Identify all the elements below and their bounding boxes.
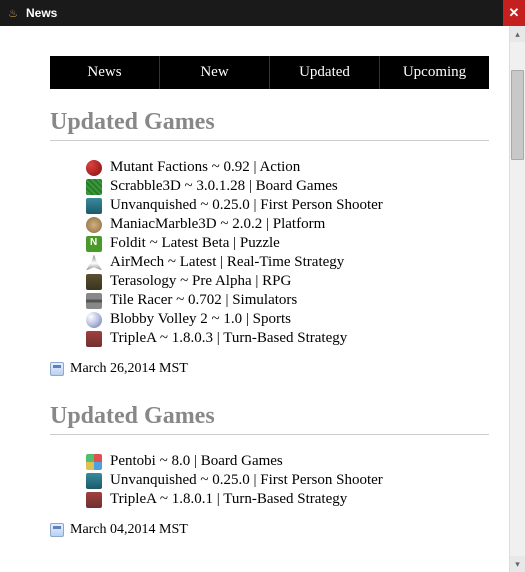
game-text: Pentobi ~ 8.0 | Board Games (110, 453, 283, 470)
game-text: Tile Racer ~ 0.702 | Simulators (110, 292, 297, 309)
game-icon (86, 160, 102, 176)
app-icon: ♨ (6, 6, 20, 20)
section-title: Updated Games (50, 109, 489, 141)
game-text: Blobby Volley 2 ~ 1.0 | Sports (110, 311, 291, 328)
game-row[interactable]: Tile Racer ~ 0.702 | Simulators (86, 292, 489, 309)
game-icon (86, 331, 102, 347)
game-row[interactable]: Mutant Factions ~ 0.92 | Action (86, 159, 489, 176)
tab-upcoming[interactable]: Upcoming (380, 56, 489, 89)
game-row[interactable]: AirMech ~ Latest | Real-Time Strategy (86, 254, 489, 271)
game-list: Mutant Factions ~ 0.92 | Action Scrabble3… (86, 159, 489, 347)
game-text: Unvanquished ~ 0.25.0 | First Person Sho… (110, 472, 383, 489)
game-row[interactable]: Pentobi ~ 8.0 | Board Games (86, 453, 489, 470)
game-text: Terasology ~ Pre Alpha | RPG (110, 273, 291, 290)
game-row[interactable]: Scrabble3D ~ 3.0.1.28 | Board Games (86, 178, 489, 195)
game-text: Mutant Factions ~ 0.92 | Action (110, 159, 300, 176)
section-title: Updated Games (50, 403, 489, 435)
window-title: News (26, 6, 57, 20)
date-text: March 04,2014 MST (70, 522, 188, 538)
game-list: Pentobi ~ 8.0 | Board Games Unvanquished … (86, 453, 489, 508)
game-row[interactable]: Terasology ~ Pre Alpha | RPG (86, 273, 489, 290)
close-button[interactable]: ✕ (503, 0, 525, 26)
game-row[interactable]: Foldit ~ Latest Beta | Puzzle (86, 235, 489, 252)
game-text: TripleA ~ 1.8.0.1 | Turn-Based Strategy (110, 491, 347, 508)
game-icon (86, 236, 102, 252)
game-row[interactable]: Unvanquished ~ 0.25.0 | First Person Sho… (86, 472, 489, 489)
game-row[interactable]: TripleA ~ 1.8.0.1 | Turn-Based Strategy (86, 491, 489, 508)
game-icon (86, 454, 102, 470)
tab-updated[interactable]: Updated (270, 56, 380, 89)
content-area: News New Updated Upcoming Updated Games … (0, 26, 509, 572)
game-text: Foldit ~ Latest Beta | Puzzle (110, 235, 280, 252)
scroll-down-button[interactable]: ▾ (510, 556, 525, 572)
game-row[interactable]: Unvanquished ~ 0.25.0 | First Person Sho… (86, 197, 489, 214)
game-icon (86, 312, 102, 328)
game-icon (86, 293, 102, 309)
window-titlebar: ♨ News ✕ (0, 0, 525, 26)
tab-bar: News New Updated Upcoming (50, 56, 489, 89)
game-icon (86, 179, 102, 195)
game-text: Unvanquished ~ 0.25.0 | First Person Sho… (110, 197, 383, 214)
scroll-thumb[interactable] (511, 70, 524, 160)
calendar-icon (50, 523, 64, 537)
game-icon (86, 255, 102, 271)
game-row[interactable]: TripleA ~ 1.8.0.3 | Turn-Based Strategy (86, 330, 489, 347)
calendar-icon (50, 362, 64, 376)
game-icon (86, 473, 102, 489)
section-1: Updated Games Pentobi ~ 8.0 | Board Game… (50, 403, 489, 538)
section-0: Updated Games Mutant Factions ~ 0.92 | A… (50, 109, 489, 377)
game-icon (86, 198, 102, 214)
game-icon (86, 274, 102, 290)
game-text: TripleA ~ 1.8.0.3 | Turn-Based Strategy (110, 330, 347, 347)
game-icon (86, 217, 102, 233)
tab-news[interactable]: News (50, 56, 160, 89)
date-text: March 26,2014 MST (70, 361, 188, 377)
vertical-scrollbar[interactable]: ▴ ▾ (509, 26, 525, 572)
date-row: March 26,2014 MST (50, 361, 489, 377)
game-text: Scrabble3D ~ 3.0.1.28 | Board Games (110, 178, 338, 195)
game-text: AirMech ~ Latest | Real-Time Strategy (110, 254, 344, 271)
game-row[interactable]: Blobby Volley 2 ~ 1.0 | Sports (86, 311, 489, 328)
scroll-up-button[interactable]: ▴ (510, 26, 525, 42)
game-text: ManiacMarble3D ~ 2.0.2 | Platform (110, 216, 325, 233)
game-icon (86, 492, 102, 508)
tab-new[interactable]: New (160, 56, 270, 89)
game-row[interactable]: ManiacMarble3D ~ 2.0.2 | Platform (86, 216, 489, 233)
date-row: March 04,2014 MST (50, 522, 489, 538)
